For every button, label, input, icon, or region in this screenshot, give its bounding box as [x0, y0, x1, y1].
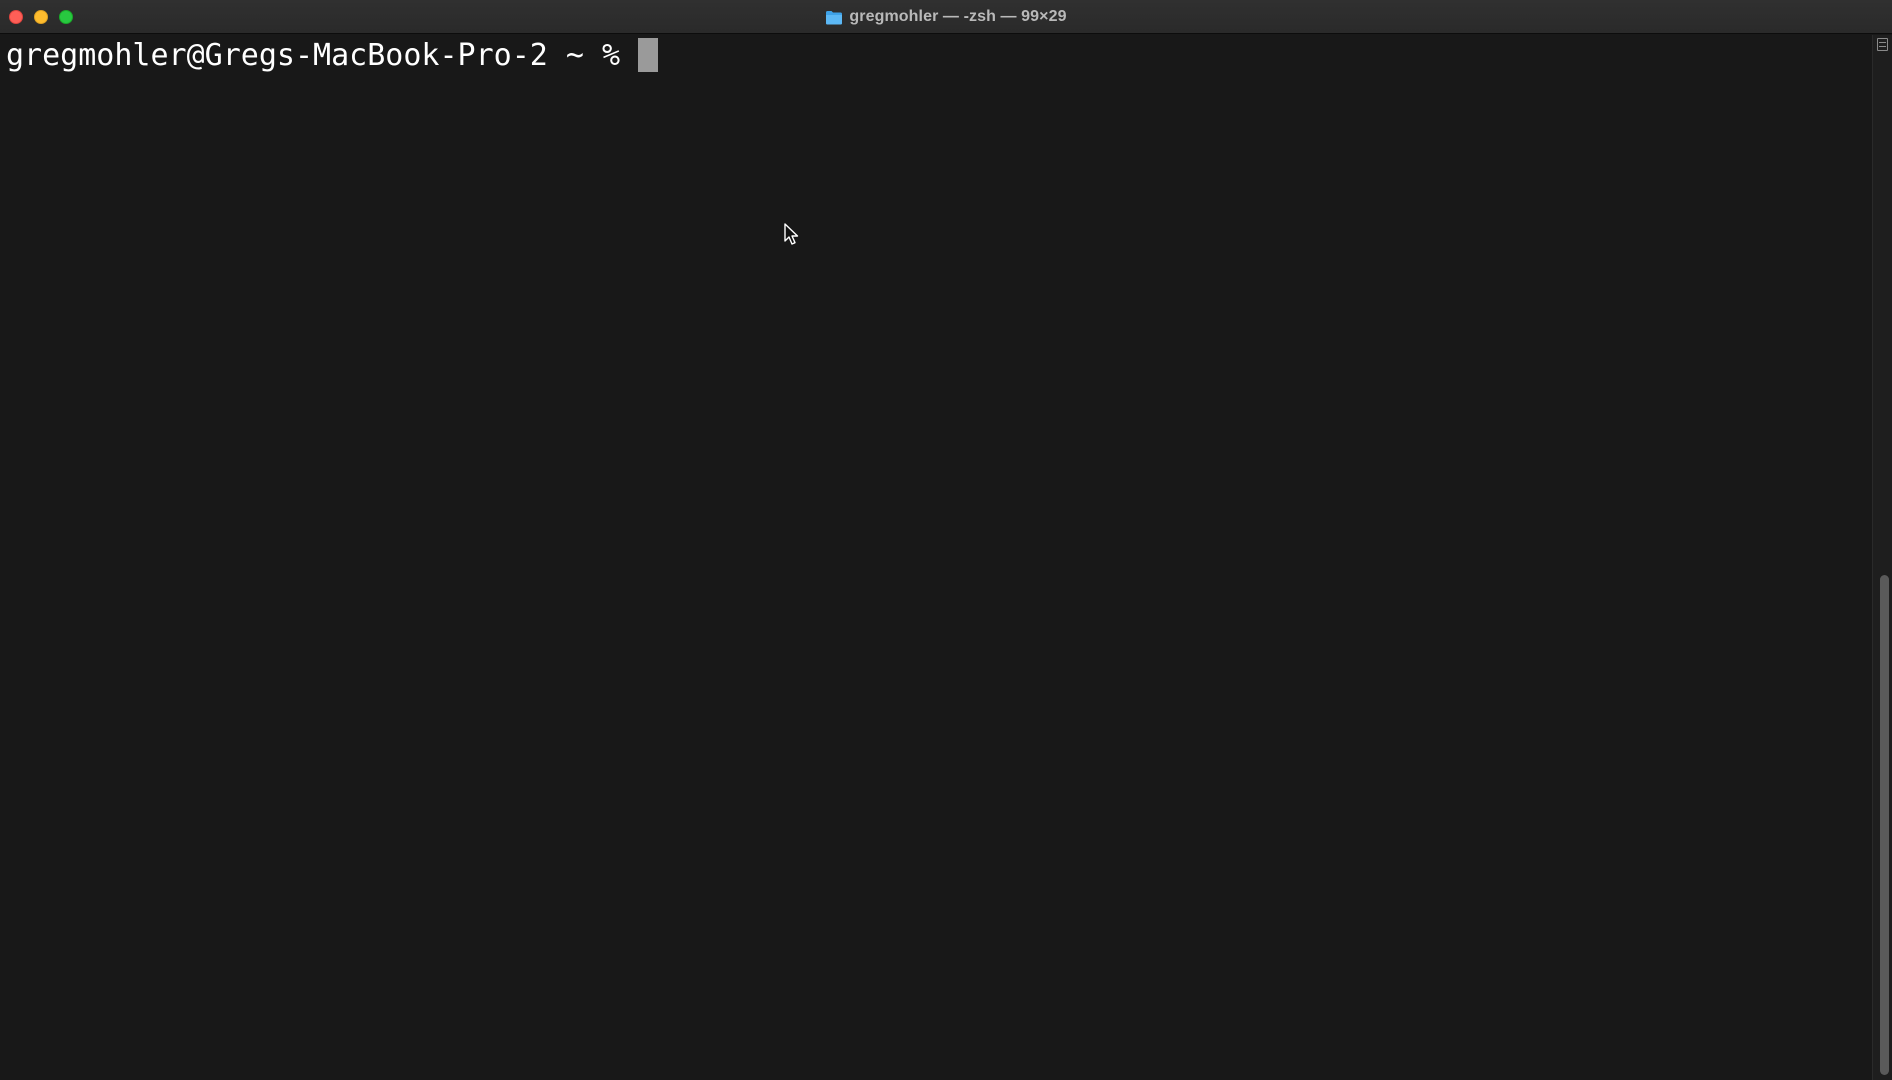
scroll-marks-icon[interactable] — [1877, 38, 1888, 51]
shell-prompt: gregmohler@Gregs-MacBook-Pro-2 ~ % — [6, 37, 639, 73]
terminal-output-area[interactable]: gregmohler@Gregs-MacBook-Pro-2 ~ % — [0, 35, 1872, 1080]
window-title: gregmohler — -zsh — 99×29 — [849, 8, 1067, 25]
pointer-icon — [784, 223, 799, 245]
prompt-line[interactable]: gregmohler@Gregs-MacBook-Pro-2 ~ % — [6, 35, 659, 75]
window-title-group: gregmohler — -zsh — 99×29 — [0, 0, 1892, 34]
scrollbar-thumb[interactable] — [1880, 575, 1889, 1075]
text-cursor — [638, 38, 659, 72]
terminal-window: gregmohler — -zsh — 99×29 gregmohler@Gre… — [0, 0, 1892, 1080]
title-bar[interactable]: gregmohler — -zsh — 99×29 — [0, 0, 1892, 34]
vertical-scrollbar[interactable] — [1872, 35, 1892, 1080]
folder-icon — [826, 10, 843, 24]
